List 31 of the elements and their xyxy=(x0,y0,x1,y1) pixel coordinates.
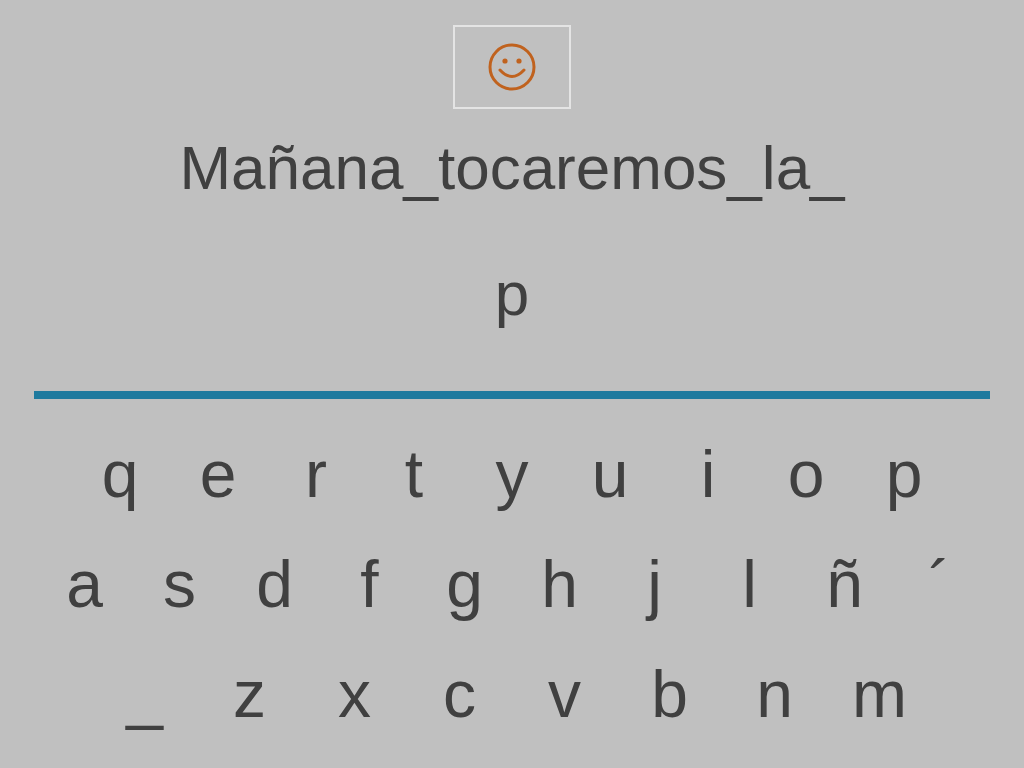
key[interactable]: p xyxy=(855,434,953,514)
key[interactable]: e xyxy=(169,434,267,514)
key[interactable]: l xyxy=(702,544,797,624)
key[interactable]: ´ xyxy=(892,544,987,624)
answer-text: p xyxy=(494,259,530,329)
sentence-text: Mañana_tocaremos_la_ xyxy=(179,133,845,203)
key[interactable]: _ xyxy=(92,654,197,734)
key[interactable]: a xyxy=(37,544,132,624)
key[interactable]: y xyxy=(463,434,561,514)
key[interactable]: u xyxy=(561,434,659,514)
key[interactable]: s xyxy=(132,544,227,624)
key[interactable]: j xyxy=(607,544,702,624)
key[interactable]: g xyxy=(417,544,512,624)
key[interactable]: n xyxy=(722,654,827,734)
key[interactable]: z xyxy=(197,654,302,734)
key[interactable]: t xyxy=(365,434,463,514)
key[interactable]: b xyxy=(617,654,722,734)
hint-button[interactable] xyxy=(453,25,571,109)
key[interactable]: f xyxy=(322,544,417,624)
key[interactable]: m xyxy=(827,654,932,734)
key[interactable]: d xyxy=(227,544,322,624)
key[interactable]: h xyxy=(512,544,607,624)
key[interactable]: o xyxy=(757,434,855,514)
key[interactable]: i xyxy=(659,434,757,514)
key[interactable]: v xyxy=(512,654,617,734)
key[interactable]: ñ xyxy=(797,544,892,624)
key[interactable]: q xyxy=(71,434,169,514)
key[interactable]: r xyxy=(267,434,365,514)
smiley-icon xyxy=(487,42,537,92)
key[interactable]: c xyxy=(407,654,512,734)
key[interactable]: x xyxy=(302,654,407,734)
